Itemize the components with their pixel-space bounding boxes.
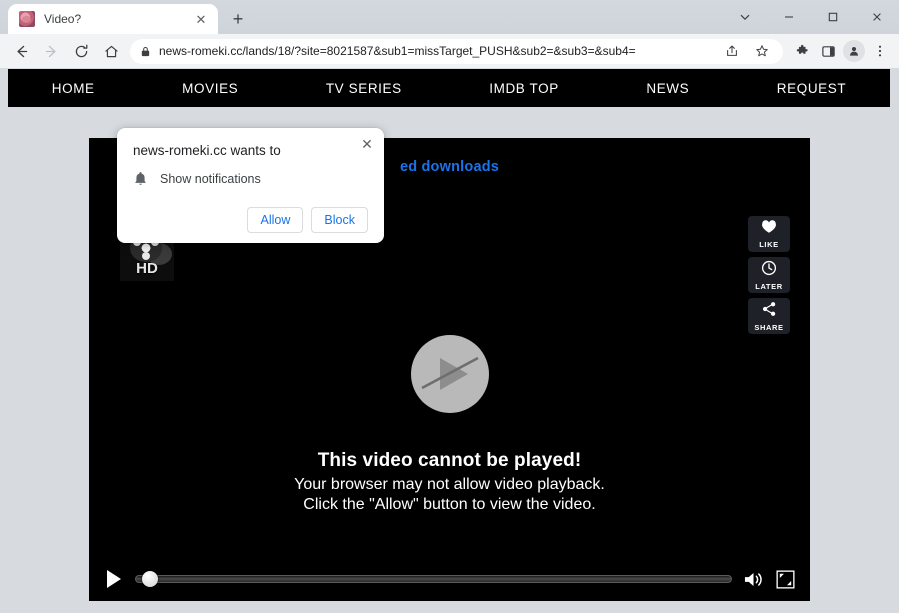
tab-search-chevron-down-icon[interactable] (723, 1, 767, 33)
play-icon[interactable] (103, 568, 125, 590)
progress-track (135, 575, 732, 583)
volume-icon[interactable] (742, 568, 764, 590)
star-icon[interactable] (751, 40, 773, 62)
hd-badge: HD (136, 260, 158, 277)
play-disabled-overlay-icon[interactable] (410, 334, 490, 414)
like-label: LIKE (759, 240, 779, 249)
site-navigation: HOME MOVIES TV SERIES IMDB TOP NEWS REQU… (8, 69, 890, 107)
nav-item-news[interactable]: NEWS (646, 81, 689, 96)
notification-permission-dialog: ✕ news-romeki.cc wants to Show notificat… (117, 128, 384, 243)
puzzle-icon[interactable] (789, 38, 815, 64)
back-arrow-icon[interactable] (6, 36, 36, 66)
player-controls (89, 557, 810, 601)
heart-icon (761, 219, 777, 239)
nav-item-movies[interactable]: MOVIES (182, 81, 238, 96)
browser-window: Video? ✕ + news-romeki.cc/lands/18/?site… (0, 0, 899, 613)
forward-arrow-icon[interactable] (36, 36, 66, 66)
allow-button[interactable]: Allow (247, 207, 304, 233)
fullscreen-icon[interactable] (774, 568, 796, 590)
nav-item-imdb-top[interactable]: IMDB TOP (489, 81, 559, 96)
tab-strip: Video? ✕ + (0, 0, 899, 34)
error-line-1: Your browser may not allow video playbac… (294, 476, 605, 493)
tab-title: Video? (44, 12, 82, 26)
playback-error-message: This video cannot be played! Your browse… (89, 450, 810, 514)
permission-actions: Allow Block (133, 207, 368, 233)
browser-toolbar: news-romeki.cc/lands/18/?site=8021587&su… (0, 34, 899, 68)
url-text[interactable]: news-romeki.cc/lands/18/?site=8021587&su… (159, 44, 713, 58)
bell-icon (133, 171, 148, 187)
watch-later-button[interactable]: LATER (748, 257, 790, 293)
share-label: SHARE (754, 322, 784, 332)
page-viewport: HOME MOVIES TV SERIES IMDB TOP NEWS REQU… (0, 68, 899, 613)
three-dot-menu-icon[interactable] (867, 38, 893, 64)
permission-row: Show notifications (133, 171, 368, 187)
window-controls (723, 0, 899, 34)
maximize-icon[interactable] (811, 1, 855, 33)
tab-close-icon[interactable]: ✕ (192, 10, 210, 28)
permission-label: Show notifications (160, 172, 261, 186)
profile-avatar[interactable] (841, 38, 867, 64)
share-button[interactable]: SHARE (748, 298, 790, 334)
close-icon[interactable] (855, 1, 899, 33)
progress-slider[interactable] (135, 571, 732, 587)
error-line-2: Click the "Allow" button to view the vid… (303, 495, 596, 513)
browser-tab[interactable]: Video? ✕ (8, 4, 218, 34)
error-title: This video cannot be played! (317, 450, 582, 471)
lock-icon (140, 46, 151, 57)
home-icon[interactable] (96, 36, 126, 66)
minimize-icon[interactable] (767, 1, 811, 33)
new-tab-button[interactable]: + (224, 5, 252, 33)
block-button[interactable]: Block (311, 207, 368, 233)
later-label: LATER (755, 281, 783, 291)
video-favicon-icon (19, 11, 35, 27)
permission-origin-title: news-romeki.cc wants to (133, 143, 281, 158)
side-panel-icon[interactable] (815, 38, 841, 64)
permission-close-icon[interactable]: ✕ (358, 135, 376, 153)
share-nodes-icon (761, 301, 777, 322)
nav-item-tv-series[interactable]: TV SERIES (326, 81, 402, 96)
nav-item-home[interactable]: HOME (52, 81, 95, 96)
reload-icon[interactable] (66, 36, 96, 66)
address-bar[interactable]: news-romeki.cc/lands/18/?site=8021587&su… (130, 38, 783, 64)
side-action-buttons: LIKE LATER SHARE (748, 216, 790, 334)
share-icon[interactable] (721, 40, 743, 62)
nav-item-request[interactable]: REQUEST (777, 81, 846, 96)
like-button[interactable]: LIKE (748, 216, 790, 252)
clock-icon (761, 260, 777, 281)
progress-thumb[interactable] (142, 571, 158, 587)
